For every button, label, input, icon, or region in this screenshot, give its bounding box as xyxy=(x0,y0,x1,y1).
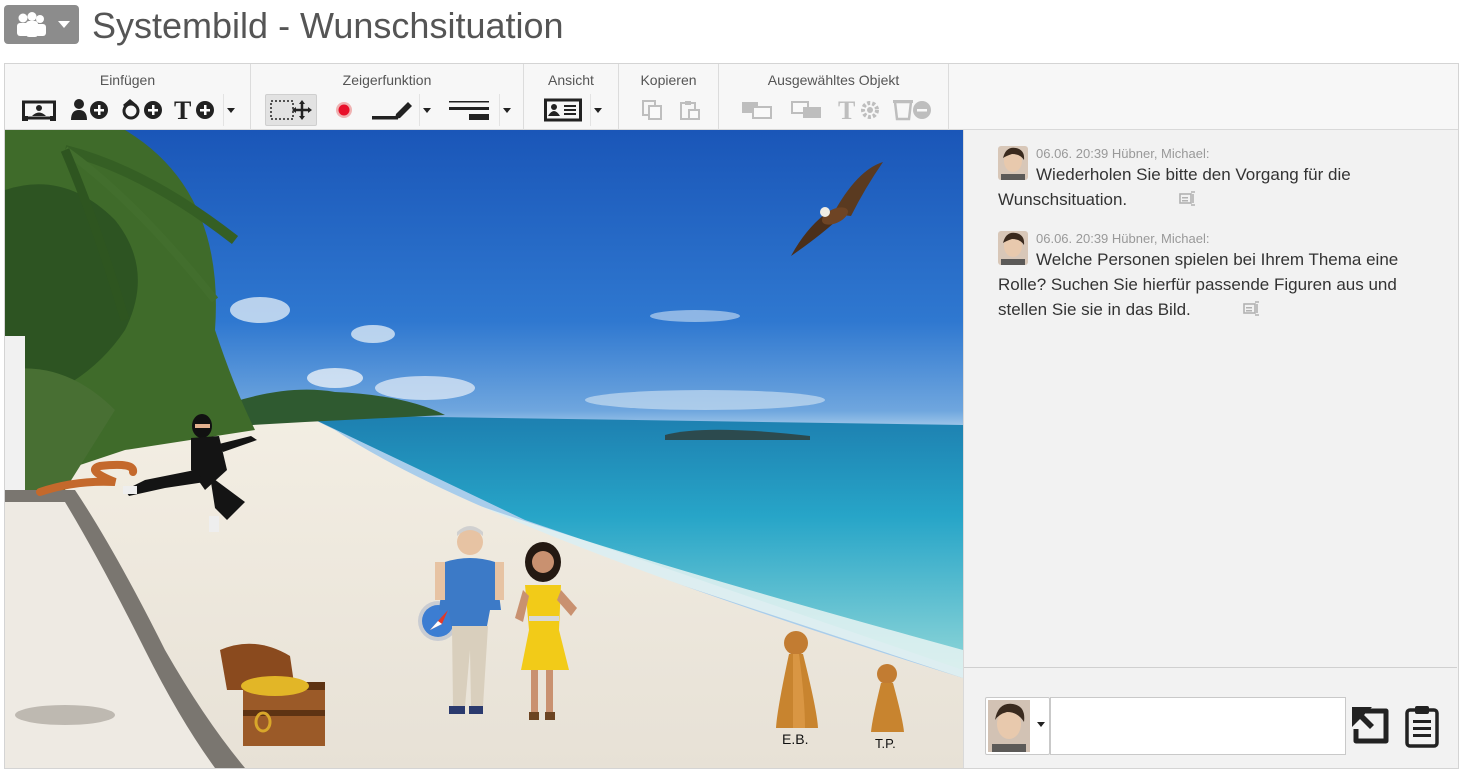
pen-dropdown[interactable] xyxy=(419,94,433,126)
pen-button[interactable] xyxy=(369,94,415,126)
insert-more-dropdown[interactable] xyxy=(223,94,237,126)
send-back-icon xyxy=(791,101,821,118)
copy-button[interactable] xyxy=(637,94,667,126)
clipboard-icon xyxy=(1405,706,1439,748)
editor-frame: Einfügen T Zeigerfunktion Ansicht Kopier… xyxy=(4,63,1459,769)
add-person-icon xyxy=(71,99,108,120)
message-text: Welche Personen spielen bei Ihrem Thema … xyxy=(998,247,1428,323)
add-text-button[interactable]: T xyxy=(173,94,217,126)
ribbon-group-label: Kopieren xyxy=(640,72,697,88)
ribbon-group-label: Einfügen xyxy=(99,72,156,88)
line-style-dropdown[interactable] xyxy=(499,94,513,126)
app-menu-button[interactable] xyxy=(4,5,79,44)
ribbon-group-label: Ausgewähltes Objekt xyxy=(767,72,900,88)
view-dropdown[interactable] xyxy=(590,94,604,126)
insert-background-icon xyxy=(22,100,56,121)
pointer-dot-button[interactable] xyxy=(327,94,361,126)
avatar xyxy=(988,700,1030,752)
page-title: Systembild - Wunschsituation xyxy=(92,5,564,46)
add-object-button[interactable] xyxy=(119,94,165,126)
chat-message: 06.06. 20:39 Hübner, Michael: Wiederhole… xyxy=(998,146,1428,213)
system-picture-canvas[interactable]: E.B. T.P. xyxy=(5,130,963,768)
delete-object-icon xyxy=(893,100,931,121)
pointer-dot-icon xyxy=(336,102,352,118)
send-return-icon xyxy=(1352,707,1389,744)
ribbon-group-selected-object: Ausgewähltes Objekt T xyxy=(719,64,949,130)
chat-message: 06.06. 20:39 Hübner, Michael: Welche Per… xyxy=(998,231,1428,323)
add-person-button[interactable] xyxy=(69,94,111,126)
ribbon-group-insert: Einfügen T xyxy=(5,64,251,130)
read-aloud-icon[interactable] xyxy=(1141,188,1199,213)
select-move-icon xyxy=(270,100,312,120)
ribbon-group-label: Ansicht xyxy=(548,72,594,88)
paste-icon xyxy=(680,101,700,120)
bring-front-button[interactable] xyxy=(737,94,777,126)
text-settings-button[interactable]: T xyxy=(837,94,883,126)
avatar xyxy=(998,231,1028,265)
send-back-button[interactable] xyxy=(787,94,827,126)
svg-text:T: T xyxy=(838,97,855,123)
bring-front-icon xyxy=(742,102,772,119)
ribbon-group-view: Ansicht xyxy=(524,64,619,130)
message-text: Wiederholen Sie bitte den Vorgang für di… xyxy=(998,162,1428,213)
avatar xyxy=(998,146,1028,180)
line-style-icon xyxy=(449,101,489,120)
group-people-icon xyxy=(16,11,46,37)
eagle-figure xyxy=(791,162,883,256)
chevron-down-icon xyxy=(57,20,70,28)
pawn-label-eb: E.B. xyxy=(782,731,809,747)
message-meta: 06.06. 20:39 Hübner, Michael: xyxy=(1036,146,1210,161)
delete-object-button[interactable] xyxy=(891,94,935,126)
chat-panel: 06.06. 20:39 Hübner, Michael: Wiederhole… xyxy=(963,130,1458,768)
paste-button[interactable] xyxy=(675,94,705,126)
ribbon-group-label: Zeigerfunktion xyxy=(342,72,432,88)
ribbon-group-pointer: Zeigerfunktion xyxy=(251,64,524,130)
toolbar-ribbon: Einfügen T Zeigerfunktion Ansicht Kopier… xyxy=(5,64,1458,130)
speaker-avatar-select[interactable] xyxy=(985,697,1050,755)
pen-icon xyxy=(372,102,412,120)
send-message-button[interactable] xyxy=(1350,705,1392,747)
view-layout-button[interactable] xyxy=(542,94,584,126)
ribbon-group-copy: Kopieren xyxy=(619,64,719,130)
chevron-down-icon xyxy=(1037,722,1045,727)
beach-background-image xyxy=(5,130,963,768)
clipboard-button[interactable] xyxy=(1404,704,1440,748)
copy-icon xyxy=(642,100,662,120)
svg-text:T: T xyxy=(174,97,191,123)
line-style-button[interactable] xyxy=(443,94,495,126)
add-object-icon xyxy=(122,99,162,120)
select-move-button[interactable] xyxy=(265,94,317,126)
message-meta: 06.06. 20:39 Hübner, Michael: xyxy=(1036,231,1210,246)
text-settings-icon: T xyxy=(838,97,879,123)
pawn-label-tp: T.P. xyxy=(875,736,896,751)
chat-message-input[interactable] xyxy=(1050,697,1346,755)
insert-background-button[interactable] xyxy=(19,94,59,126)
read-aloud-icon[interactable] xyxy=(1205,298,1263,323)
chat-input-bar xyxy=(964,667,1457,768)
add-text-icon: T xyxy=(174,97,214,123)
view-layout-icon xyxy=(544,98,582,122)
